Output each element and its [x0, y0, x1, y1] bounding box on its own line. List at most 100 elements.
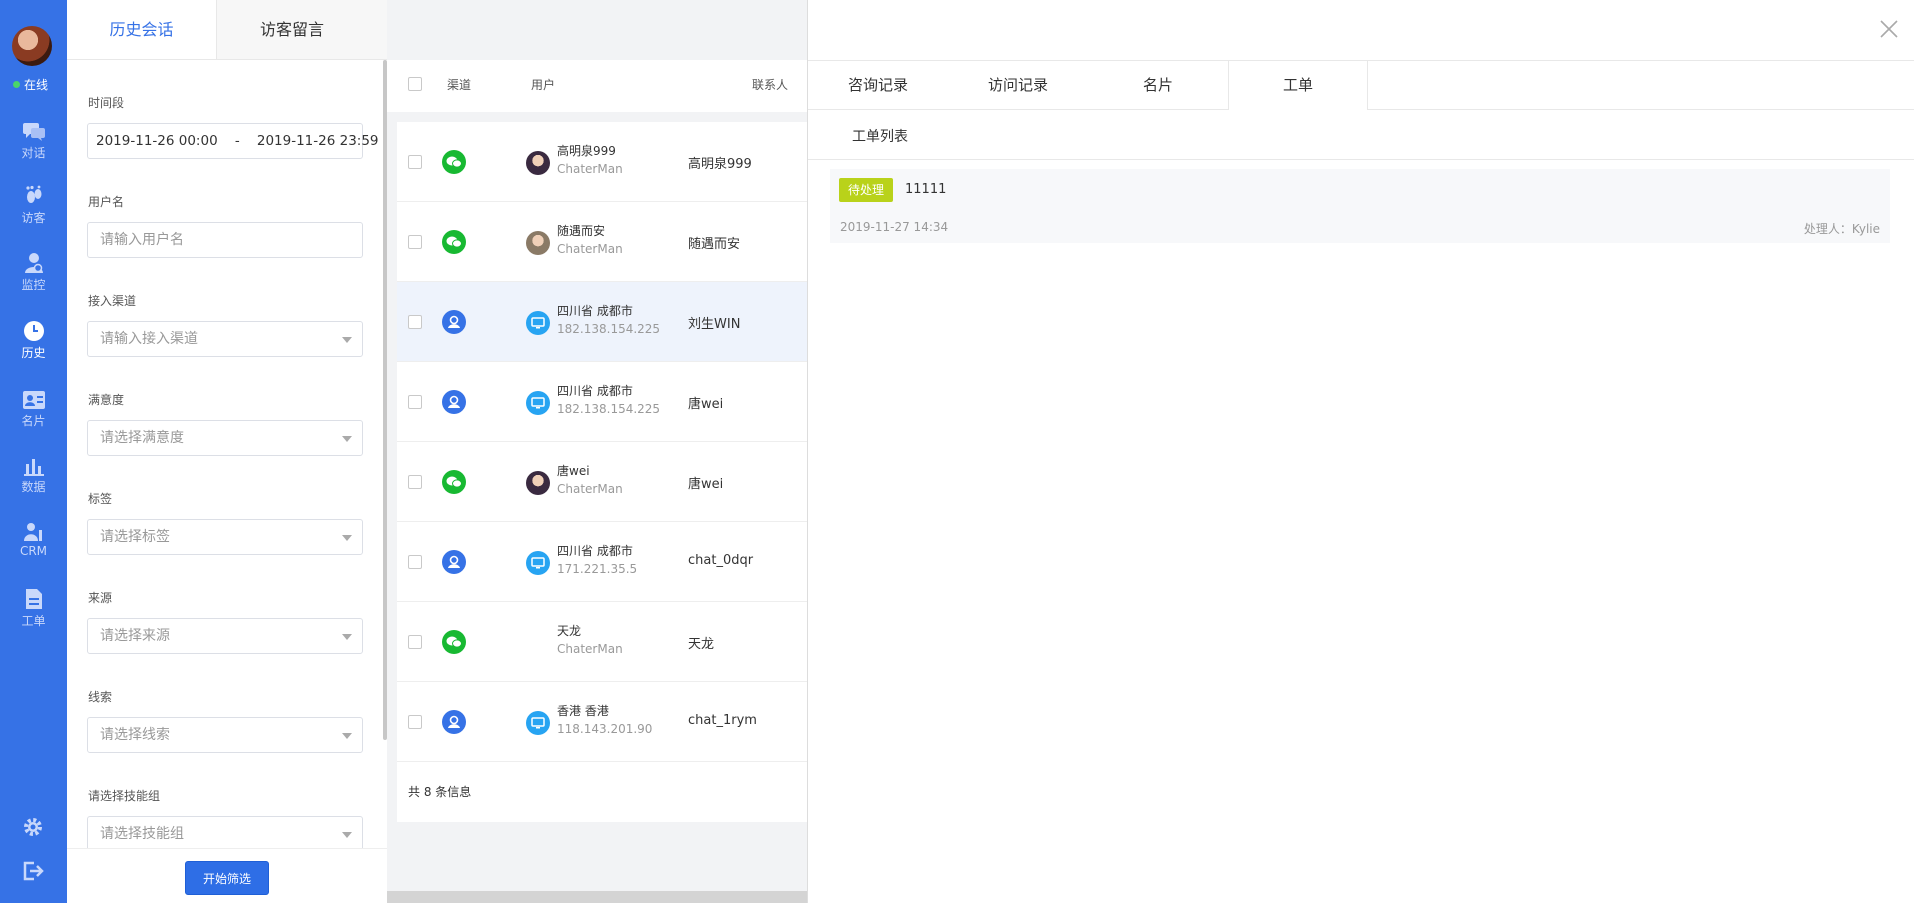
- user-name: 四川省 成都市: [557, 544, 633, 558]
- row-checkbox[interactable]: [408, 155, 422, 169]
- tag-select[interactable]: 请选择标签: [87, 519, 363, 555]
- card-icon: [22, 391, 45, 409]
- close-icon[interactable]: [1878, 18, 1900, 40]
- nav-label-chat: 对话: [21, 146, 46, 160]
- row-checkbox[interactable]: [408, 555, 422, 569]
- nav-item-card[interactable]: 名片: [0, 390, 67, 429]
- table-row[interactable]: 唐wei ChaterMan 唐wei: [397, 442, 807, 522]
- bar-chart-icon: [23, 459, 44, 476]
- contact-name: 唐wei: [688, 477, 724, 492]
- tab-visitor-messages[interactable]: 访客留言: [217, 0, 367, 59]
- lead-select[interactable]: 请选择线索: [87, 717, 363, 753]
- tag-placeholder: 请选择标签: [100, 529, 170, 545]
- ticket-list: 待处理 11111 2019-11-27 14:34 处理人：Kylie: [808, 160, 1914, 903]
- ticket-list-title[interactable]: 工单列表: [852, 126, 908, 146]
- table-row[interactable]: 香港 香港 118.143.201.90 chat_1rym: [397, 682, 807, 762]
- user-source: 171.221.35.5: [557, 562, 638, 576]
- online-status-label: 在线: [24, 78, 49, 92]
- contact-name: 高明泉999: [688, 157, 752, 172]
- footprint-icon: [25, 185, 41, 203]
- row-checkbox[interactable]: [408, 235, 422, 249]
- agent-avatar[interactable]: [12, 26, 52, 66]
- user-avatar: [526, 471, 550, 495]
- channel-select[interactable]: 请输入接入渠道: [87, 321, 363, 357]
- tab-business-card[interactable]: 名片: [1088, 61, 1228, 110]
- user-name: 随遇而安: [557, 224, 606, 238]
- nav-item-ticket[interactable]: 工单: [0, 588, 67, 629]
- source-select[interactable]: 请选择来源: [87, 618, 363, 654]
- settings-button[interactable]: [22, 816, 44, 842]
- ticket-icon: [25, 589, 42, 609]
- detail-drawer: 咨询记录 访问记录 名片 工单 工单列表 待处理 11111 2019-11-2…: [807, 0, 1914, 903]
- row-checkbox[interactable]: [408, 315, 422, 329]
- table-row[interactable]: 四川省 成都市 182.138.154.225 刘生WIN: [397, 282, 807, 362]
- nav-item-crm[interactable]: CRM: [0, 522, 67, 558]
- chevron-down-icon: [342, 436, 352, 442]
- logout-icon: [23, 861, 44, 881]
- row-checkbox[interactable]: [408, 475, 422, 489]
- tab-consult-records[interactable]: 咨询记录: [808, 61, 948, 110]
- chevron-down-icon: [342, 733, 352, 739]
- nav-label-data: 数据: [21, 480, 46, 494]
- username-input[interactable]: 请输入用户名: [87, 222, 363, 258]
- clock-icon: [23, 321, 44, 341]
- left-nav: 在线 对话 访客 监控 历史 名片 数据 CRM 工单: [0, 0, 67, 903]
- contact-name: 唐wei: [688, 397, 724, 412]
- skill-group-label: 请选择技能组: [88, 789, 161, 803]
- tab-history-sessions[interactable]: 历史会话: [67, 0, 217, 59]
- contact-name: 天龙: [688, 637, 715, 652]
- header-contact: 联系人: [752, 78, 789, 92]
- user-source: 182.138.154.225: [557, 402, 661, 416]
- lead-label: 线索: [88, 690, 113, 704]
- table-body: 高明泉999 ChaterMan 高明泉999 随遇而安 ChaterMan 随遇而安 四川…: [397, 122, 807, 762]
- channel-placeholder: 请输入接入渠道: [100, 331, 198, 347]
- nav-item-monitor[interactable]: 监控: [0, 252, 67, 293]
- logout-button[interactable]: [22, 861, 44, 885]
- source-label: 来源: [88, 591, 113, 605]
- tab-visit-records[interactable]: 访问记录: [948, 61, 1088, 110]
- time-range-label: 时间段: [88, 96, 125, 110]
- computer-icon: [526, 711, 550, 735]
- nav-item-chat[interactable]: 对话: [0, 122, 67, 161]
- wechat-channel-icon: [442, 470, 466, 494]
- chevron-down-icon: [342, 832, 352, 838]
- ticket-item[interactable]: 待处理 11111 2019-11-27 14:34 处理人：Kylie: [830, 169, 1890, 243]
- contact-name: 随遇而安: [688, 237, 741, 252]
- tab-ticket[interactable]: 工单: [1228, 61, 1368, 111]
- web-channel-icon: [442, 550, 466, 574]
- satisfaction-select[interactable]: 请选择满意度: [87, 420, 363, 456]
- nav-item-data[interactable]: 数据: [0, 456, 67, 495]
- table-row[interactable]: 随遇而安 ChaterMan 随遇而安: [397, 202, 807, 282]
- horizontal-scrollbar[interactable]: [387, 891, 807, 903]
- nav-item-visitor[interactable]: 访客: [0, 185, 67, 226]
- nav-label-crm: CRM: [19, 544, 48, 558]
- row-checkbox[interactable]: [408, 635, 422, 649]
- user-name: 唐wei: [557, 464, 590, 478]
- row-checkbox[interactable]: [408, 715, 422, 729]
- nav-item-history[interactable]: 历史: [0, 320, 67, 361]
- skill-group-select[interactable]: 请选择技能组: [87, 816, 363, 852]
- contact-name: chat_0dqr: [688, 553, 754, 568]
- user-source: 118.143.201.90: [557, 722, 653, 736]
- table-row[interactable]: 四川省 成都市 182.138.154.225 唐wei: [397, 362, 807, 442]
- table-row[interactable]: 四川省 成都市 171.221.35.5 chat_0dqr: [397, 522, 807, 602]
- date-range-input[interactable]: 2019-11-26 00:00 - 2019-11-26 23:59: [87, 123, 379, 159]
- user-name: 四川省 成都市: [557, 304, 633, 318]
- ticket-status-badge: 待处理: [839, 178, 893, 202]
- nav-label-history: 历史: [21, 346, 46, 360]
- tag-label: 标签: [88, 492, 113, 506]
- user-source: 182.138.154.225: [557, 322, 661, 336]
- online-status[interactable]: 在线: [13, 76, 48, 93]
- chevron-down-icon: [342, 634, 352, 640]
- select-all-checkbox[interactable]: [408, 77, 422, 91]
- filter-tabs: 历史会话 访客留言: [67, 0, 387, 60]
- filter-footer: 开始筛选: [67, 848, 387, 903]
- crm-icon: [23, 523, 42, 541]
- table-row[interactable]: 天龙 ChaterMan 天龙: [397, 602, 807, 682]
- ticket-handler: 处理人：Kylie: [1803, 222, 1880, 236]
- table-row[interactable]: 高明泉999 ChaterMan 高明泉999: [397, 122, 807, 202]
- start-filter-button[interactable]: 开始筛选: [185, 861, 269, 895]
- row-checkbox[interactable]: [408, 395, 422, 409]
- chevron-down-icon: [342, 337, 352, 343]
- user-source: ChaterMan: [557, 642, 623, 656]
